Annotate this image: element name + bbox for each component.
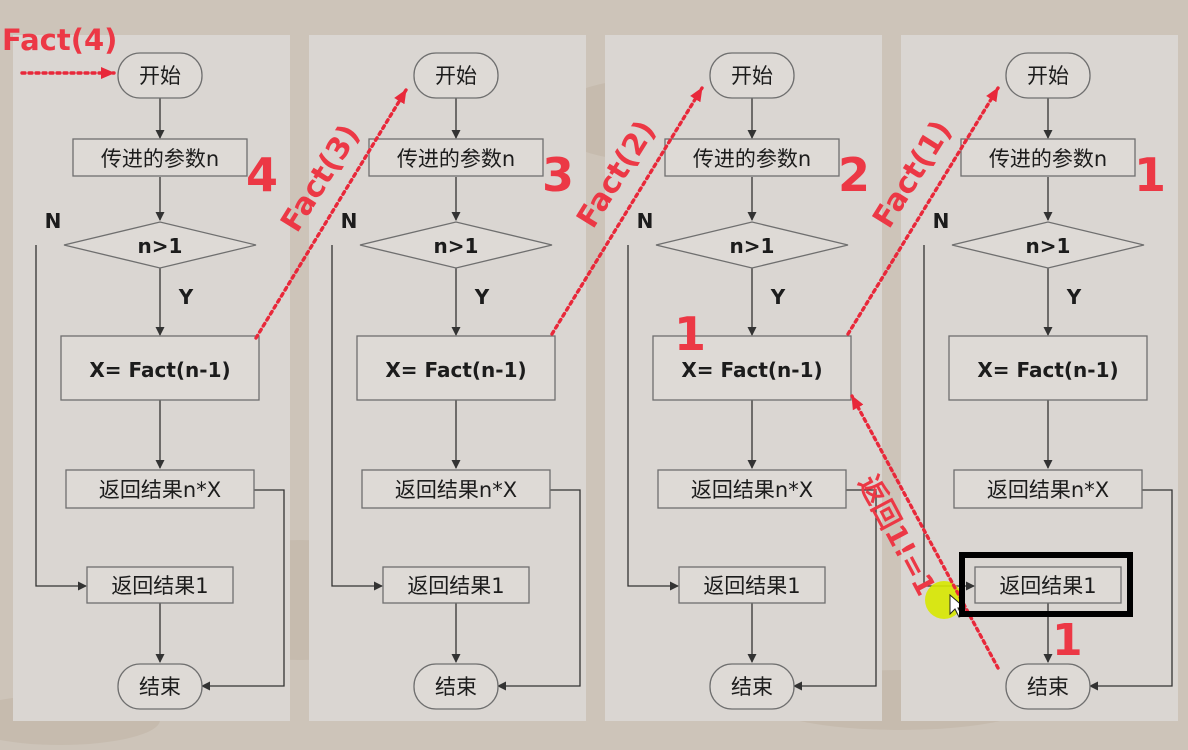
condition-label: n>1 — [434, 234, 479, 258]
param-value-annotation: 3 — [542, 148, 574, 202]
param-value-annotation: 4 — [246, 148, 278, 202]
flowchart-panel-1: 开始传进的参数n n>1 N Y X= Fact(n-1) 返回结果n*X 返回结果1 结束 4 — [13, 35, 290, 721]
recursion-flowchart-canvas: 开始传进的参数n n>1 N Y X= Fact(n-1) 返回结果n*X 返回结果1 结束 4… — [0, 0, 1188, 750]
param-value-annotation: 1 — [1134, 148, 1166, 202]
return-nx-label: 返回结果n*X — [395, 478, 517, 502]
call-label: X= Fact(n-1) — [89, 358, 230, 382]
param-value-annotation: 2 — [838, 148, 870, 202]
call-label: X= Fact(n-1) — [681, 358, 822, 382]
yes-branch-label: Y — [770, 285, 786, 309]
end-label: 结束 — [139, 675, 181, 699]
return-nx-label: 返回结果n*X — [987, 478, 1109, 502]
return-nx-label: 返回结果n*X — [99, 478, 221, 502]
flowchart-slide: 开始传进的参数n n>1 N Y X= Fact(n-1) 返回结果n*X 返回结果1 结束 4… — [0, 0, 1188, 750]
return-1-label: 返回结果1 — [407, 574, 504, 598]
no-branch-label: N — [637, 209, 654, 233]
no-branch-label: N — [933, 209, 950, 233]
end-label: 结束 — [1027, 675, 1069, 699]
start-label: 开始 — [435, 64, 477, 88]
param-label: 传进的参数n — [693, 147, 811, 171]
condition-label: n>1 — [730, 234, 775, 258]
return-1-label: 返回结果1 — [999, 574, 1096, 598]
return-1-label: 返回结果1 — [111, 574, 208, 598]
end-label: 结束 — [435, 675, 477, 699]
return-nx-label: 返回结果n*X — [691, 478, 813, 502]
condition-label: n>1 — [138, 234, 183, 258]
param-label: 传进的参数n — [989, 147, 1107, 171]
condition-label: n>1 — [1026, 234, 1071, 258]
yes-branch-label: Y — [178, 285, 194, 309]
no-branch-label: N — [45, 209, 62, 233]
param-label: 传进的参数n — [397, 147, 515, 171]
call-label: X= Fact(n-1) — [977, 358, 1118, 382]
return-1-label: 返回结果1 — [703, 574, 800, 598]
return-value-1: 1 — [1052, 615, 1083, 666]
end-label: 结束 — [731, 675, 773, 699]
start-label: 开始 — [731, 64, 773, 88]
yes-branch-label: Y — [1066, 285, 1082, 309]
no-branch-label: N — [341, 209, 358, 233]
start-label: 开始 — [1027, 64, 1069, 88]
yes-branch-label: Y — [474, 285, 490, 309]
call-label-fact-4: Fact(4) — [2, 23, 117, 57]
call-result-annotation: 1 — [674, 307, 706, 361]
call-label: X= Fact(n-1) — [385, 358, 526, 382]
param-label: 传进的参数n — [101, 147, 219, 171]
start-label: 开始 — [139, 64, 181, 88]
